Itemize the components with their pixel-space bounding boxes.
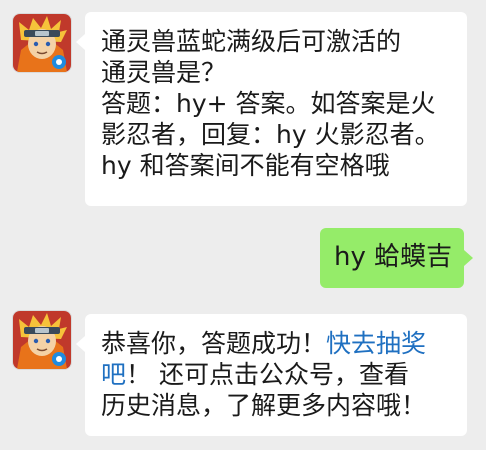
message-text: ！ 还可点击公众号，查看 [126,360,409,389]
message-text-line: 通灵兽蓝蛇满级后可激活的 [101,27,402,56]
message-text-line: 恭喜你，答题成功！快去抽奖 [101,328,451,359]
official-account-avatar-icon[interactable] [13,311,71,369]
outgoing-message-answer[interactable]: hy 蛤蟆吉 [320,228,473,288]
lottery-link[interactable]: 吧 [101,360,126,389]
message-text-line: 答题：hy+ 答案。如答案是火 [101,89,436,118]
message-text-line: 通灵兽是？ [101,58,227,87]
incoming-message-question[interactable]: 通灵兽蓝蛇满级后可激活的 通灵兽是？ 答题：hy+ 答案。如答案是火 影忍者，回… [76,12,467,206]
message-text: 恭喜你，答题成功！ [101,329,327,358]
official-account-avatar-icon[interactable] [13,14,71,72]
message-text: hy 蛤蟆吉 [334,242,453,272]
message-text-line: hy 和答案间不能有空格哦 [101,151,390,180]
message-text-line: 吧！ 还可点击公众号，查看 [101,359,451,390]
message-text-line: 历史消息，了解更多内容哦！ [101,391,427,420]
lottery-link[interactable]: 快去抽奖 [326,329,426,358]
incoming-message-success[interactable]: 恭喜你，答题成功！快去抽奖 吧！ 还可点击公众号，查看 历史消息，了解更多内容哦… [76,314,467,436]
message-text-line: 影忍者，回复：hy 火影忍者。 [101,120,440,149]
